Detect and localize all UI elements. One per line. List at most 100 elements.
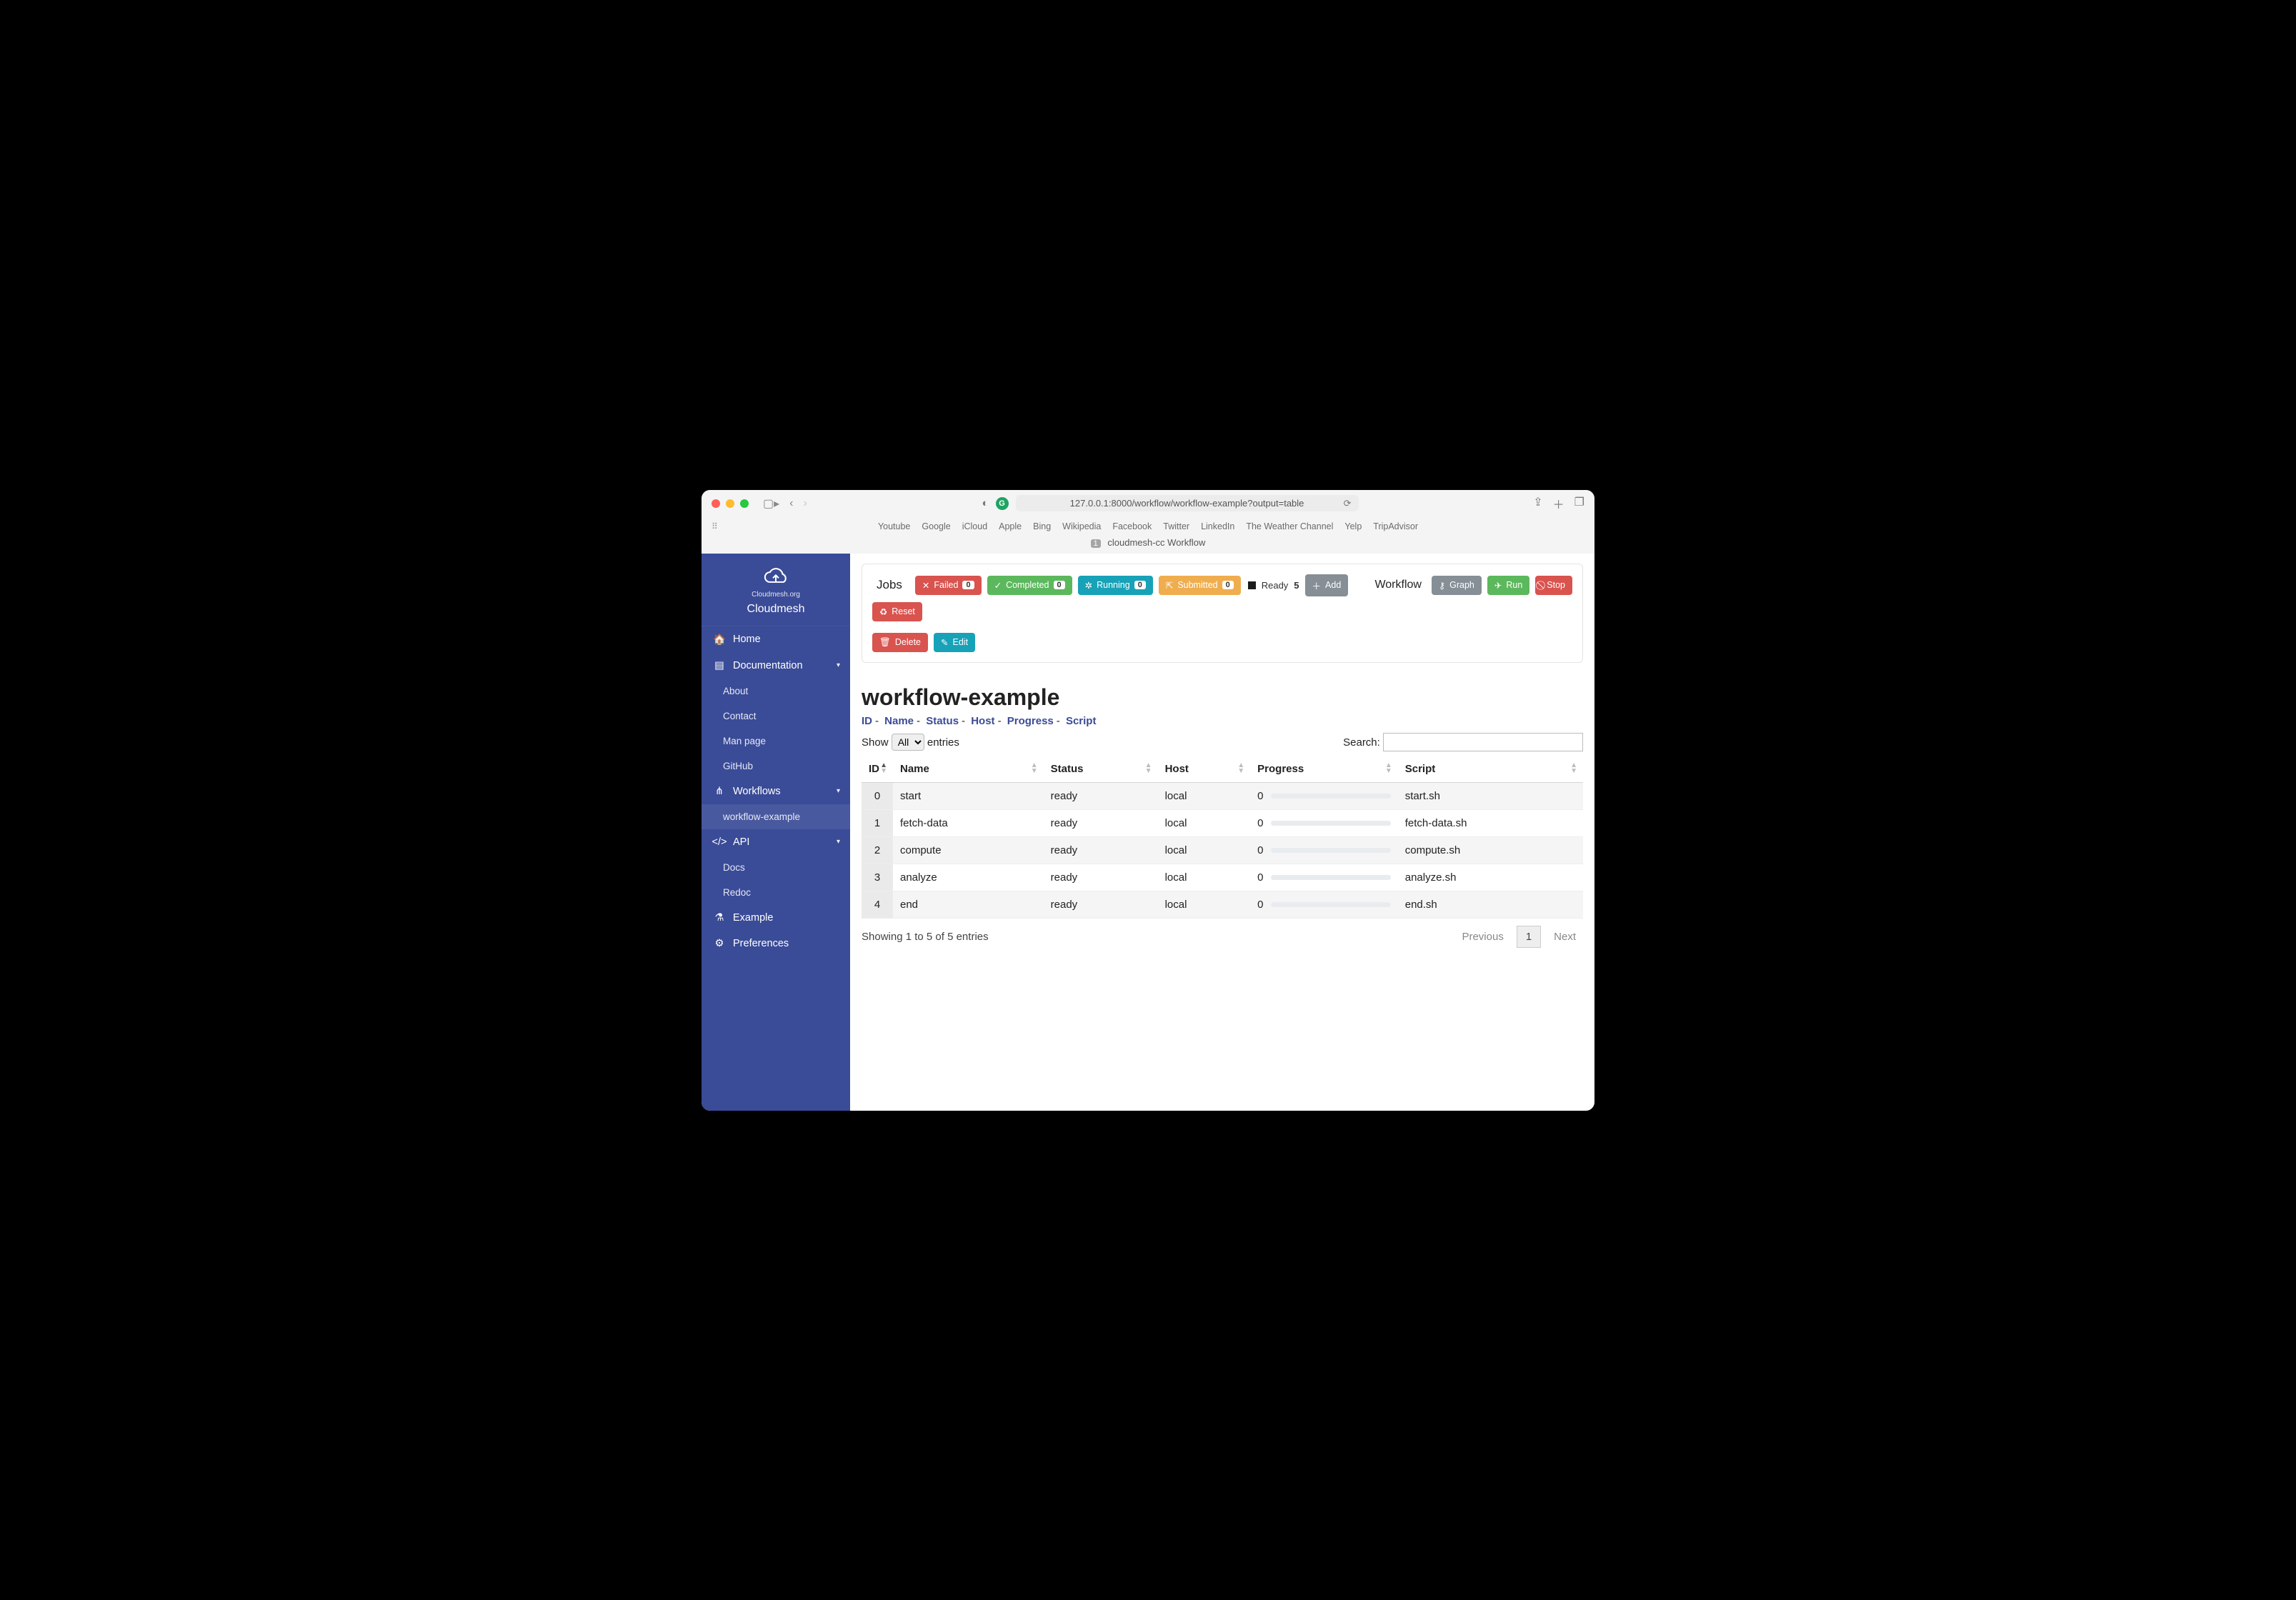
cloud-logo-icon [760,566,792,588]
running-button[interactable]: ✲ Running 0 [1078,576,1153,595]
col-id[interactable]: ID ▲▼ [862,756,893,783]
col-name[interactable]: Name ▲▼ [893,756,1044,783]
bookmark-link[interactable]: Wikipedia [1062,521,1101,531]
nav-sub-contact[interactable]: Contact [702,704,850,729]
nav-api[interactable]: </> API ▾ [702,829,850,855]
col-host[interactable]: Host ▲▼ [1158,756,1251,783]
entries-select[interactable]: All [892,734,924,751]
bookmark-link[interactable]: Facebook [1112,521,1152,531]
action-panel: Jobs ✕ Failed 0 ✓ Completed 0 ✲ Running … [862,564,1583,663]
col-status[interactable]: Status ▲▼ [1044,756,1158,783]
nav-preferences[interactable]: ⚙ Preferences [702,931,850,956]
bookmark-link[interactable]: Yelp [1344,521,1362,531]
bookmark-link[interactable]: Bing [1033,521,1051,531]
grammarly-icon[interactable]: G [996,497,1009,510]
nav-documentation[interactable]: ▤ Documentation ▾ [702,653,850,679]
sidebar-toggle-icon[interactable]: ▢▸ [763,496,779,511]
nav-workflows[interactable]: ⋔ Workflows ▾ [702,779,850,804]
crumb-link[interactable]: ID [862,715,872,727]
url-text: 127.0.0.1:8000/workflow/workflow-example… [1070,498,1304,509]
cell-script: compute.sh [1398,836,1583,864]
new-tab-icon[interactable]: ＋ [1553,495,1564,512]
bookmark-link[interactable]: Apple [999,521,1022,531]
cell-script: analyze.sh [1398,864,1583,891]
cell-name: analyze [893,864,1044,891]
next-button[interactable]: Next [1547,926,1583,947]
graph-icon: ⚷ [1439,580,1445,591]
address-bar[interactable]: 127.0.0.1:8000/workflow/workflow-example… [1016,495,1359,511]
reload-icon[interactable]: ⟳ [1344,498,1352,509]
nav-label: API [733,836,749,848]
nav-label: Home [733,634,761,645]
tabs-overview-icon[interactable]: ❐ [1574,495,1584,512]
nav-sub-github[interactable]: GitHub [702,754,850,779]
forward-button[interactable]: › [803,497,807,510]
stop-button[interactable]: ⃠ Stop [1535,576,1572,595]
chevron-down-icon: ▾ [837,787,840,795]
completed-button[interactable]: ✓ Completed 0 [987,576,1072,595]
crumb-link[interactable]: Status [926,715,959,727]
cell-host: local [1158,782,1251,809]
gear-icon: ⚙ [713,938,726,949]
bookmark-link[interactable]: Youtube [878,521,910,531]
page-title: workflow-example [862,684,1583,711]
back-button[interactable]: ‹ [789,497,793,510]
delete-button[interactable]: 🗑 Delete [872,633,928,652]
crumb-link[interactable]: Host [971,715,994,727]
bookmark-link[interactable]: LinkedIn [1201,521,1234,531]
run-button[interactable]: ✈ Run [1487,576,1529,595]
tab-title: cloudmesh-cc Workflow [1107,537,1205,548]
nav-sub-about[interactable]: About [702,679,850,704]
tracking-shield-icon[interactable]: ◐ [982,497,988,509]
bookmark-link[interactable]: The Weather Channel [1246,521,1333,531]
nav-home[interactable]: 🏠 Home [702,626,850,653]
tab-strip: 1 cloudmesh-cc Workflow [702,534,1594,554]
chevron-down-icon: ▾ [837,838,840,846]
col-script[interactable]: Script ▲▼ [1398,756,1583,783]
bookmark-link[interactable]: Twitter [1163,521,1189,531]
nav-label: Workflows [733,786,781,797]
maximize-window-button[interactable] [740,499,749,508]
nav-sub-redoc[interactable]: Redoc [702,880,850,905]
cell-id: 4 [862,891,893,918]
cell-id: 1 [862,809,893,836]
btn-label: Edit [953,637,969,647]
minimize-window-button[interactable] [726,499,734,508]
progress-bar [1271,875,1391,880]
close-window-button[interactable] [712,499,720,508]
plus-icon: ＋ [1312,579,1322,592]
ready-count: 5 [1294,580,1299,591]
cell-name: end [893,891,1044,918]
submitted-button[interactable]: ⇱ Submitted 0 [1159,576,1241,595]
page-number[interactable]: 1 [1517,926,1541,948]
bookmark-link[interactable]: iCloud [962,521,987,531]
crumb-link[interactable]: Progress [1007,715,1054,727]
col-progress[interactable]: Progress ▲▼ [1250,756,1398,783]
share-icon[interactable]: ⇪ [1533,495,1542,512]
btn-count: 0 [1222,581,1234,589]
prev-button[interactable]: Previous [1454,926,1510,947]
col-label: Script [1405,763,1436,775]
nav-sub-manpage[interactable]: Man page [702,729,850,754]
nav-sub-docs[interactable]: Docs [702,855,850,880]
bookmark-link[interactable]: TripAdvisor [1373,521,1418,531]
crumb-link[interactable]: Script [1066,715,1097,727]
main-content: Jobs ✕ Failed 0 ✓ Completed 0 ✲ Running … [850,554,1594,1111]
edit-button[interactable]: ✎ Edit [934,633,975,652]
book-icon: ▤ [713,660,726,671]
btn-label: Running [1097,580,1130,590]
apps-grid-icon[interactable]: ⠿ [712,521,719,531]
crumb-link[interactable]: Name [884,715,914,727]
failed-button[interactable]: ✕ Failed 0 [915,576,982,595]
bookmark-link[interactable]: Google [922,521,950,531]
btn-label: Failed [934,580,958,590]
reset-button[interactable]: ♻ Reset [872,602,922,621]
add-button[interactable]: ＋ Add [1305,574,1349,596]
graph-button[interactable]: ⚷ Graph [1432,576,1482,595]
nav-example[interactable]: ⚗ Example [702,905,850,931]
show-prefix: Show [862,736,889,749]
tab[interactable]: 1 cloudmesh-cc Workflow [1091,537,1206,548]
nav-sub-workflow-example[interactable]: workflow-example [702,804,850,829]
search-input[interactable] [1383,733,1583,751]
progress-bar [1271,821,1391,826]
